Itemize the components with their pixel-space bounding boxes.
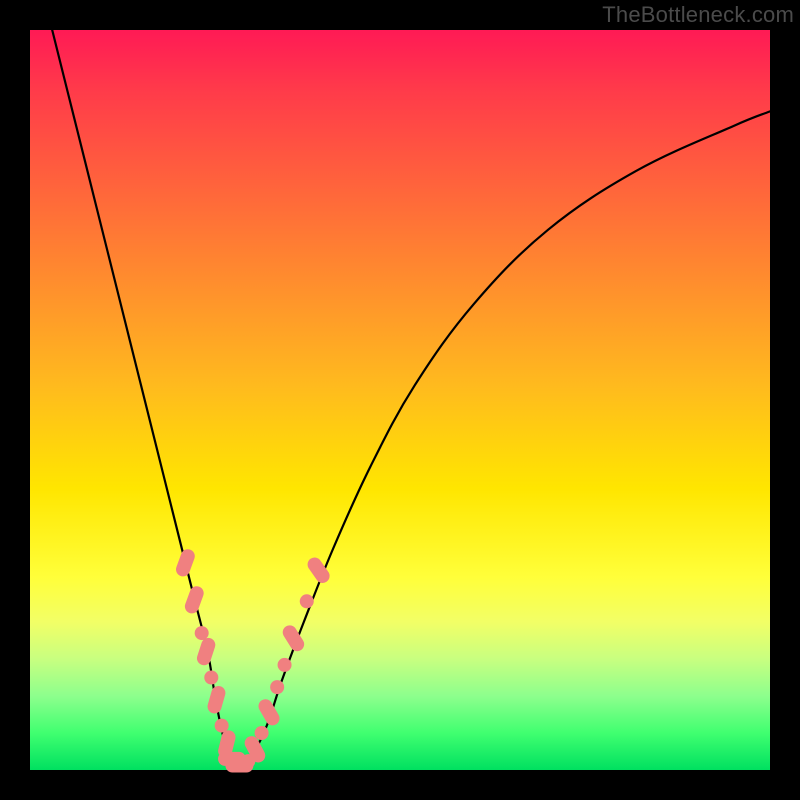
marker-dot bbox=[215, 719, 229, 733]
marker-pill bbox=[206, 684, 227, 715]
chart-svg bbox=[30, 30, 770, 770]
bottleneck-curve bbox=[52, 30, 770, 770]
marker-dot bbox=[195, 626, 209, 640]
marker-pill bbox=[183, 584, 206, 615]
marker-dot bbox=[204, 671, 218, 685]
marker-dot bbox=[270, 680, 284, 694]
watermark-text: TheBottleneck.com bbox=[602, 2, 794, 28]
marker-dot bbox=[278, 658, 292, 672]
chart-area bbox=[30, 30, 770, 770]
marker-pill bbox=[256, 697, 282, 728]
marker-pill bbox=[174, 547, 197, 578]
marker-pill bbox=[195, 636, 217, 667]
marker-dot bbox=[255, 726, 269, 740]
marker-layer bbox=[174, 547, 332, 772]
marker-dot bbox=[300, 594, 314, 608]
